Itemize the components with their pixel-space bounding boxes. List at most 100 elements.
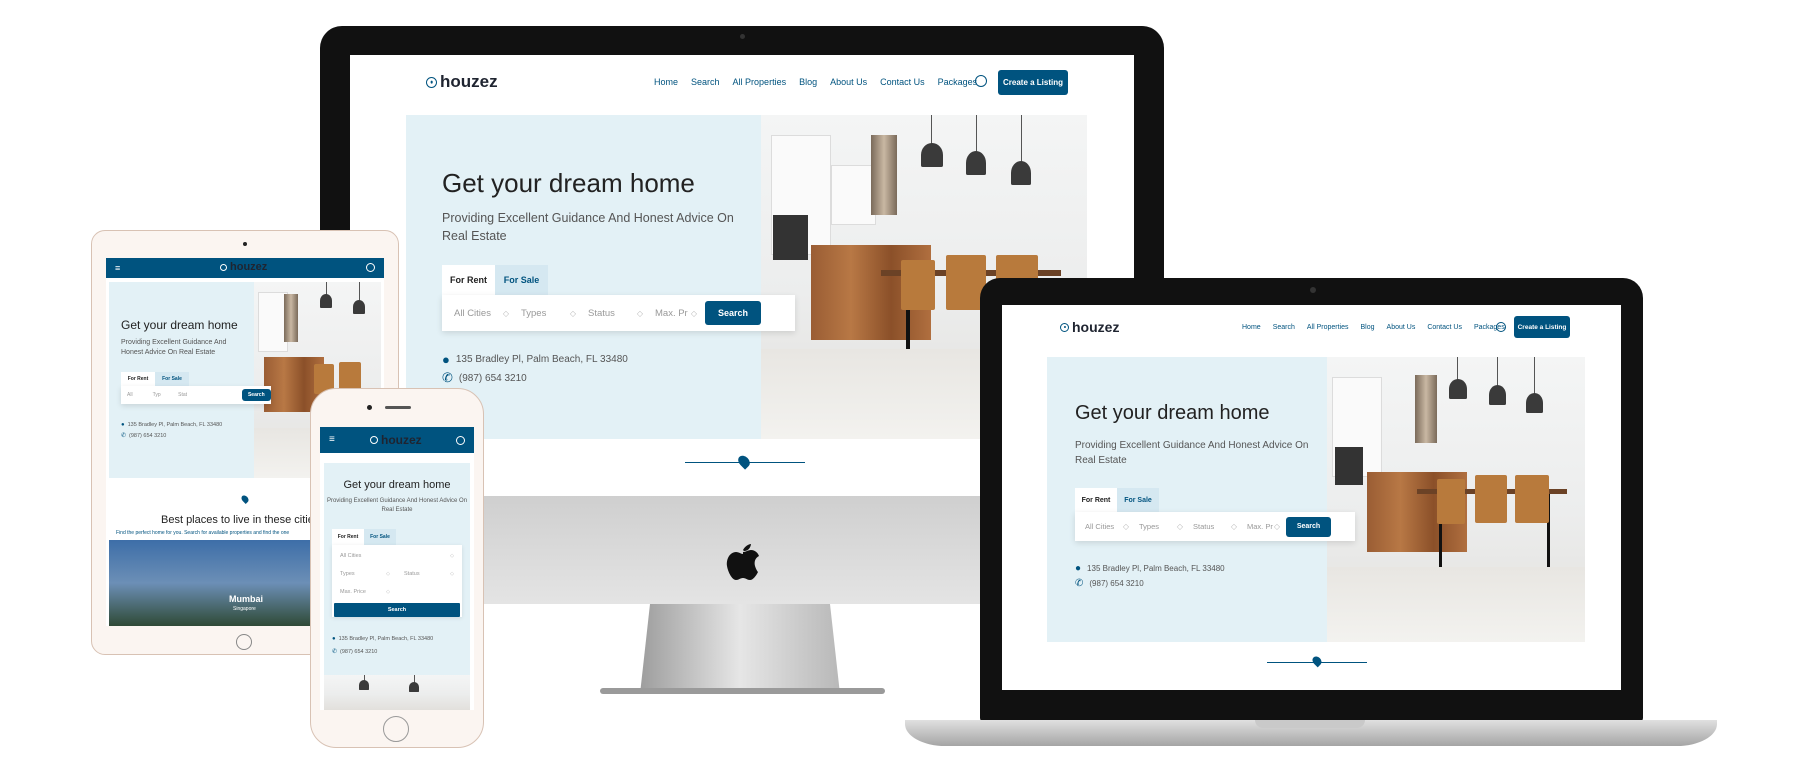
city-select[interactable]: All Cities ◇ xyxy=(340,553,454,559)
nav-about-us[interactable]: About Us xyxy=(1387,324,1416,331)
hero-subtitle: Providing Excellent Guidance And Honest … xyxy=(326,498,468,513)
type-select[interactable]: Types ◇ xyxy=(340,571,390,577)
hero-title: Get your dream home xyxy=(121,318,238,332)
nav-home[interactable]: Home xyxy=(654,77,678,87)
tab-for-rent[interactable]: For Rent xyxy=(332,529,364,545)
contact-phone: ✆ (987) 654 3210 xyxy=(442,370,527,385)
brand-logo[interactable]: houzez xyxy=(220,261,267,273)
city-select[interactable]: All xyxy=(127,392,147,398)
chevron-down-icon: ◇ xyxy=(502,308,509,318)
imac-stand xyxy=(640,604,840,694)
contact-address: ● 135 Bradley Pl, Palm Beach, FL 33480 xyxy=(442,352,628,367)
chevron-down-icon: ◇ xyxy=(1273,522,1280,531)
tab-for-sale[interactable]: For Sale xyxy=(155,372,189,386)
status-select[interactable]: Status ◇ xyxy=(588,308,643,319)
nav-search[interactable]: Search xyxy=(691,77,720,87)
brand-logo[interactable]: houzez xyxy=(426,72,498,92)
price-select[interactable]: Max. Pr ◇ xyxy=(1247,522,1280,531)
nav-all-properties[interactable]: All Properties xyxy=(1307,324,1349,331)
city-name: Singapore xyxy=(233,606,256,612)
search-bar: All Typ Stat Search xyxy=(121,386,271,404)
section-subtitle: Find the perfect home for you. Search fo… xyxy=(116,530,290,536)
city-name: Mumbai xyxy=(229,594,264,604)
apple-logo-icon xyxy=(725,540,761,580)
create-listing-button[interactable]: Create a Listing xyxy=(1514,316,1570,338)
contact-phone: ✆ (987) 654 3210 xyxy=(1075,578,1144,589)
user-icon[interactable] xyxy=(975,75,987,87)
brand-name: houzez xyxy=(440,72,498,91)
chevron-down-icon: ◇ xyxy=(1176,522,1183,531)
map-pin-icon: ● xyxy=(332,636,336,642)
status-select[interactable]: Status ◇ xyxy=(404,571,454,577)
status-select[interactable]: Status ◇ xyxy=(1193,522,1237,531)
contact-address: ● 135 Bradley Pl, Palm Beach, FL 33480 xyxy=(121,422,223,428)
tablet-home-button xyxy=(236,634,252,650)
chevron-down-icon: ◇ xyxy=(1230,522,1237,531)
main-nav: Home Search All Properties Blog About Us… xyxy=(654,77,977,87)
search-tabs: For Rent For Sale xyxy=(332,529,396,545)
brand-logo[interactable]: houzez xyxy=(1060,319,1119,335)
city-select[interactable]: All Cities ◇ xyxy=(454,308,509,319)
nav-all-properties[interactable]: All Properties xyxy=(733,77,787,87)
location-pin-icon xyxy=(426,76,437,88)
menu-icon[interactable]: ≡ xyxy=(115,263,120,273)
search-tabs: For Rent For Sale xyxy=(442,265,548,295)
map-pin-icon: ● xyxy=(442,352,450,367)
tab-for-sale[interactable]: For Sale xyxy=(364,529,396,545)
nav-packages[interactable]: Packages xyxy=(938,77,978,87)
location-pin-icon xyxy=(1060,322,1069,332)
hero-title: Get your dream home xyxy=(1075,402,1270,424)
hero-kitchen-image xyxy=(324,675,470,710)
phone-screen: ≡ houzez Get your dream home Providing E… xyxy=(320,427,474,710)
search-tabs: For Rent For Sale xyxy=(1075,488,1159,512)
map-pin-icon xyxy=(735,453,753,470)
search-button[interactable]: Search xyxy=(705,301,761,325)
user-icon[interactable] xyxy=(456,436,465,445)
nav-blog[interactable]: Blog xyxy=(799,77,817,87)
hero-kitchen-image xyxy=(1327,357,1585,642)
search-bar: All Cities ◇ Types ◇ Status ◇ Max. Pr ◇ Sear… xyxy=(442,295,795,331)
type-select[interactable]: Typ xyxy=(153,392,173,398)
brand-logo[interactable]: houzez xyxy=(370,433,422,447)
status-select[interactable]: Stat xyxy=(178,392,201,398)
city-select[interactable]: All Cities ◇ xyxy=(1085,522,1129,531)
tab-for-sale[interactable]: For Sale xyxy=(495,265,548,295)
location-pin-icon xyxy=(370,436,378,444)
user-icon[interactable] xyxy=(366,263,375,272)
map-pin-icon xyxy=(240,494,250,504)
contact-address: ● 135 Bradley Pl, Palm Beach, FL 33480 xyxy=(332,636,434,642)
nav-home[interactable]: Home xyxy=(1242,324,1261,331)
type-select[interactable]: Types ◇ xyxy=(521,308,576,319)
price-select[interactable]: Max. Pr ◇ xyxy=(655,308,697,319)
nav-search[interactable]: Search xyxy=(1273,324,1295,331)
tab-for-sale[interactable]: For Sale xyxy=(1117,488,1159,512)
user-icon[interactable] xyxy=(1496,322,1506,332)
tab-for-rent[interactable]: For Rent xyxy=(442,265,495,295)
hero-title: Get your dream home xyxy=(442,168,695,198)
tab-for-rent[interactable]: For Rent xyxy=(121,372,155,386)
imac-camera xyxy=(740,34,745,39)
type-select[interactable]: Types ◇ xyxy=(1139,522,1183,531)
nav-about-us[interactable]: About Us xyxy=(830,77,867,87)
nav-contact-us[interactable]: Contact Us xyxy=(880,77,925,87)
hero-title: Get your dream home xyxy=(343,479,451,491)
menu-icon[interactable]: ≡ xyxy=(329,434,335,445)
chevron-down-icon: ◇ xyxy=(450,571,454,577)
nav-contact-us[interactable]: Contact Us xyxy=(1427,324,1462,331)
contact-address: ● 135 Bradley Pl, Palm Beach, FL 33480 xyxy=(1075,563,1225,574)
brand-name: houzez xyxy=(1072,319,1120,335)
imac-stand-base xyxy=(600,688,885,694)
search-button[interactable]: Search xyxy=(241,389,271,401)
tablet-camera xyxy=(243,242,247,246)
nav-blog[interactable]: Blog xyxy=(1361,324,1375,331)
price-select[interactable]: Max. Price ◇ xyxy=(340,589,390,595)
tab-for-rent[interactable]: For Rent xyxy=(1075,488,1117,512)
phone-icon: ✆ xyxy=(1075,578,1084,589)
search-button[interactable]: Search xyxy=(334,603,460,617)
search-button[interactable]: Search xyxy=(1286,516,1331,537)
create-listing-button[interactable]: Create a Listing xyxy=(998,70,1068,95)
laptop-camera xyxy=(1310,287,1316,293)
chevron-down-icon: ◇ xyxy=(386,571,390,577)
contact-phone: ✆ (987) 654 3210 xyxy=(332,648,378,656)
hero-subtitle: Providing Excellent Guidance And Honest … xyxy=(1075,440,1309,466)
